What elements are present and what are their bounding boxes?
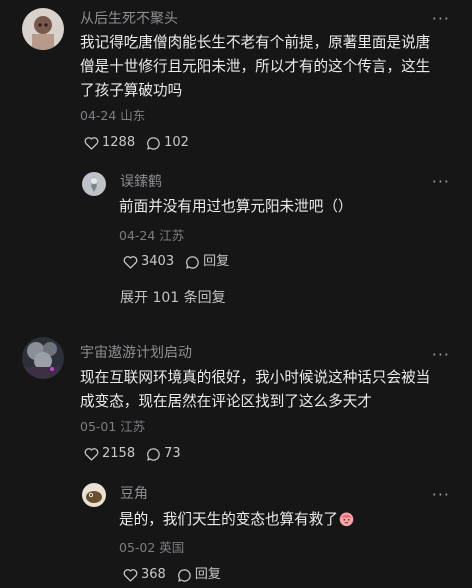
like-button[interactable]: 1288 (84, 134, 135, 152)
comment-actions: 1288 102 (84, 134, 200, 152)
like-button[interactable]: 3403 (123, 253, 174, 271)
avatar[interactable] (82, 483, 106, 507)
reply-button[interactable]: 回复 (177, 566, 221, 584)
comment-text: 现在互联网环境真的很好，我小时候说这种话只会被当 成变态，现在居然在评论区找到了… (80, 369, 431, 410)
reply-count: 102 (164, 135, 189, 150)
comment-bubble-icon (186, 255, 199, 269)
reply-label: 回复 (203, 254, 230, 269)
like-button[interactable]: 368 (123, 566, 166, 584)
like-count: 368 (141, 567, 166, 582)
comment-meta: 04-24 山东 (80, 108, 146, 123)
comment-meta: 05-01 江苏 (80, 419, 146, 434)
like-count: 3403 (141, 254, 175, 269)
heart-icon (84, 137, 99, 150)
reply-username[interactable]: 豆角 (120, 485, 148, 503)
heart-icon (123, 569, 138, 582)
avatar[interactable] (22, 337, 64, 379)
comment-text: 我记得吃唐僧肉能长生不老有个前提，原著里面是说唐 僧是十世修行且元阳未泄，所以才… (80, 34, 431, 99)
reply-count: 73 (164, 446, 181, 461)
comment-bubble-icon (177, 568, 191, 582)
reply-count-button[interactable]: 73 (146, 445, 181, 463)
reply-meta: 05-02 英国 (119, 540, 185, 555)
reply-count-button[interactable]: 102 (146, 134, 189, 152)
comment-bubble-icon (147, 447, 160, 461)
reply-username[interactable]: 误鎍鹤 (120, 173, 162, 191)
reply-text-row: 是的，我们天生的变态也算有救了 (119, 508, 449, 535)
more-dots-icon[interactable]: ··· (432, 347, 450, 363)
reply-label: 回复 (194, 567, 221, 582)
reply-text: 是的，我们天生的变态也算有救了 (119, 511, 338, 528)
avatar[interactable] (82, 172, 106, 196)
like-count: 2158 (102, 446, 136, 461)
reply-button[interactable]: 回复 (185, 253, 229, 271)
avatar[interactable] (22, 8, 64, 50)
expand-replies-button[interactable]: 展开 101 条回复 (120, 289, 226, 307)
more-dots-icon[interactable]: ··· (432, 487, 450, 503)
heart-icon (84, 448, 99, 461)
username[interactable]: 宇宙遨游计划启动 (80, 344, 192, 362)
reply-actions: 368 回复 (123, 566, 232, 584)
more-dots-icon[interactable]: ··· (432, 174, 450, 190)
comment-bubble-icon (147, 136, 160, 150)
more-dots-icon[interactable]: ··· (432, 11, 450, 27)
like-button[interactable]: 2158 (84, 445, 135, 463)
heart-icon (123, 256, 138, 269)
username[interactable]: 从后生死不聚头 (80, 10, 178, 28)
reply-meta: 04-24 江苏 (119, 228, 185, 243)
reply-text: 前面并没有用过也算元阳未泄吧（） (119, 198, 353, 215)
emoji-icon (338, 510, 355, 535)
reply-actions: 3403 回复 (123, 253, 240, 271)
comment-actions: 2158 73 (84, 445, 192, 463)
like-count: 1288 (102, 135, 136, 150)
